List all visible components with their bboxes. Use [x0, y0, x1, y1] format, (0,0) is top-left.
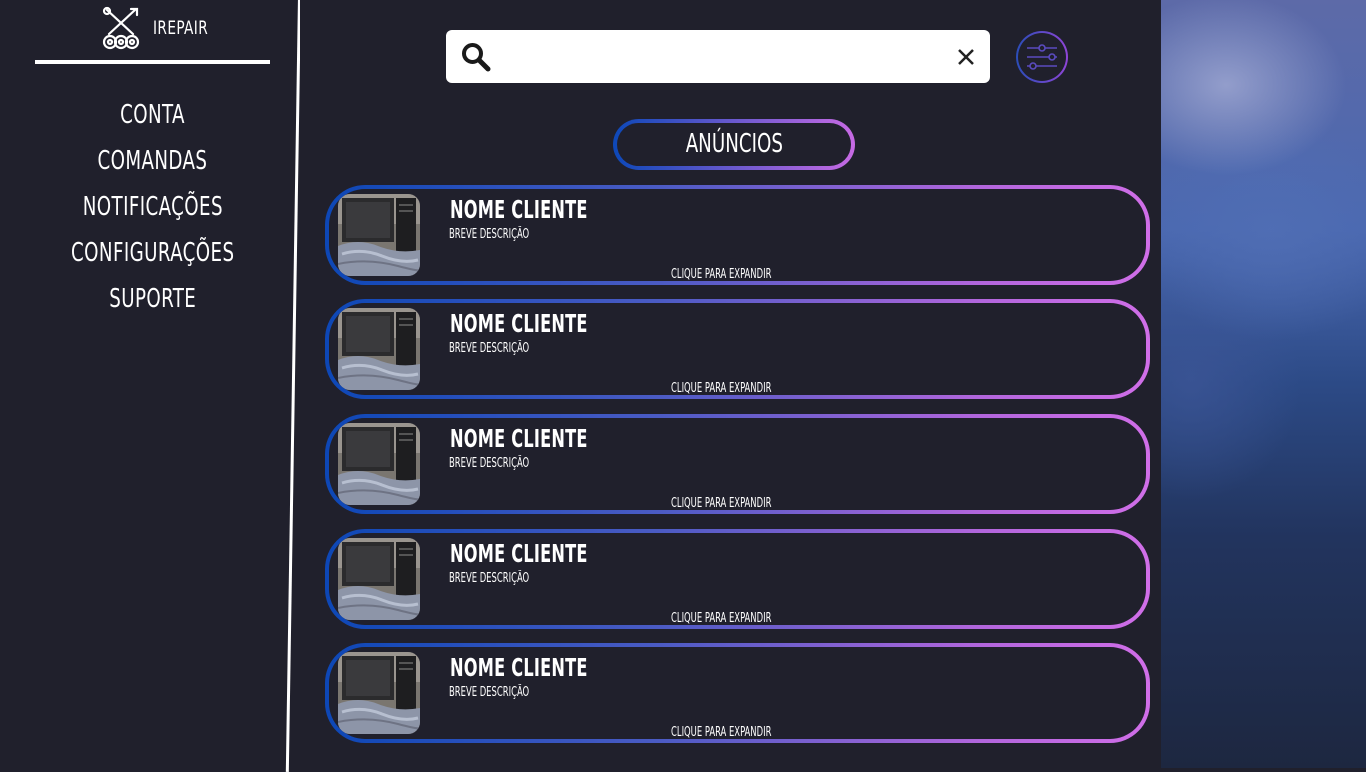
nav-item-configuracoes[interactable]: CONFIGURAÇÕES	[0, 234, 305, 280]
brand[interactable]: IREPAIR	[35, 0, 270, 62]
expand-hint[interactable]: CLIQUE PARA EXPANDIR	[671, 267, 771, 281]
search-input[interactable]	[504, 38, 938, 76]
nav-item-label: COMANDAS	[97, 146, 208, 176]
close-icon[interactable]	[956, 47, 976, 67]
computer-thumbnail	[338, 308, 420, 390]
client-name: NOME CLIENTE	[450, 195, 588, 224]
search-icon[interactable]	[460, 41, 492, 73]
computer-thumbnail	[338, 423, 420, 505]
nav-item-label: NOTIFICAÇÕES	[82, 192, 223, 222]
nav-item-notificacoes[interactable]: NOTIFICAÇÕES	[0, 188, 305, 234]
brand-underline	[35, 60, 270, 64]
brief-description: BREVE DESCRIÇÃO	[449, 685, 530, 700]
client-name: NOME CLIENTE	[450, 424, 588, 453]
brief-description: BREVE DESCRIÇÃO	[449, 341, 530, 356]
computer-thumbnail	[338, 194, 420, 276]
nav-item-suporte[interactable]: SUPORTE	[0, 280, 305, 326]
ad-card[interactable]: NOME CLIENTE BREVE DESCRIÇÃO CLIQUE PARA E…	[325, 643, 1150, 743]
client-name: NOME CLIENTE	[450, 309, 588, 338]
background-image	[1161, 0, 1366, 768]
ad-card[interactable]: NOME CLIENTE BREVE DESCRIÇÃO CLIQUE PARA E…	[325, 299, 1150, 399]
expand-hint[interactable]: CLIQUE PARA EXPANDIR	[671, 725, 771, 739]
nav-item-comandas[interactable]: COMANDAS	[0, 142, 305, 188]
sidebar-nav: CONTA COMANDAS NOTIFICAÇÕES CONFIGURAÇÕE…	[0, 96, 305, 326]
ad-card[interactable]: NOME CLIENTE BREVE DESCRIÇÃO CLIQUE PARA E…	[325, 185, 1150, 285]
brief-description: BREVE DESCRIÇÃO	[449, 456, 530, 471]
computer-thumbnail	[338, 652, 420, 734]
expand-hint[interactable]: CLIQUE PARA EXPANDIR	[671, 496, 771, 510]
tools-gears-icon	[102, 6, 140, 50]
filter-button[interactable]	[1016, 31, 1068, 83]
tab-label: ANÚNCIOS	[685, 129, 783, 159]
brief-description: BREVE DESCRIÇÃO	[449, 571, 530, 586]
sliders-icon	[1027, 44, 1057, 70]
expand-hint[interactable]: CLIQUE PARA EXPANDIR	[671, 611, 771, 625]
computer-thumbnail	[338, 538, 420, 620]
brand-name: IREPAIR	[153, 17, 209, 39]
ad-card[interactable]: NOME CLIENTE BREVE DESCRIÇÃO CLIQUE PARA E…	[325, 529, 1150, 629]
sidebar: IREPAIR CONTA COMANDAS NOTIFICAÇÕES CONF…	[0, 0, 300, 768]
search-bar[interactable]	[446, 30, 990, 83]
ad-card[interactable]: NOME CLIENTE BREVE DESCRIÇÃO CLIQUE PARA E…	[325, 414, 1150, 514]
client-name: NOME CLIENTE	[450, 653, 588, 682]
nav-item-conta[interactable]: CONTA	[0, 96, 305, 142]
nav-item-label: CONTA	[120, 100, 185, 130]
brief-description: BREVE DESCRIÇÃO	[449, 227, 530, 242]
client-name: NOME CLIENTE	[450, 539, 588, 568]
tab-anuncios[interactable]: ANÚNCIOS	[613, 119, 855, 170]
expand-hint[interactable]: CLIQUE PARA EXPANDIR	[671, 381, 771, 395]
nav-item-label: CONFIGURAÇÕES	[70, 238, 235, 268]
nav-item-label: SUPORTE	[109, 284, 196, 314]
